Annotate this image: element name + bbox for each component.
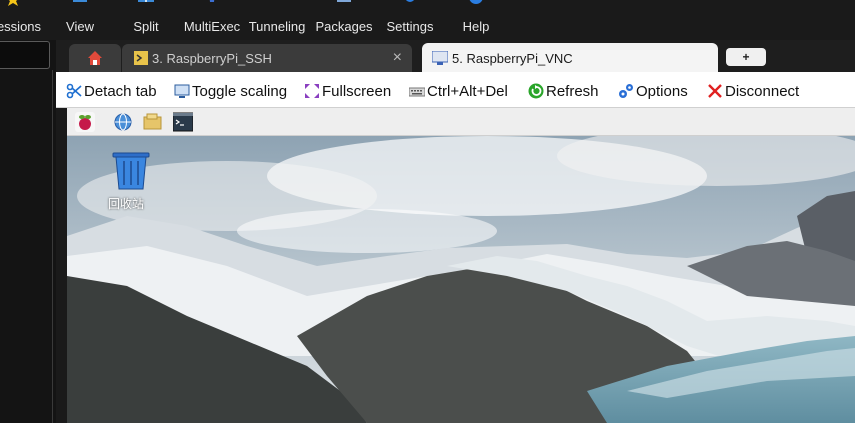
tab-raspberrypi-ssh[interactable]: 3. RaspberryPi_SSH ×: [122, 44, 412, 72]
menu-view[interactable]: View: [64, 0, 96, 40]
ctrl-alt-del-label: Ctrl+Alt+Del: [427, 82, 508, 100]
menu-help[interactable]: Help: [461, 0, 491, 40]
sessions-sidebar: [0, 40, 56, 423]
tab-raspberrypi-vnc[interactable]: 5. RaspberryPi_VNC: [422, 43, 718, 73]
detach-tab-button[interactable]: Detach tab: [66, 81, 157, 101]
packages-icon: [337, 0, 351, 2]
disconnect-button[interactable]: Disconnect: [707, 81, 799, 101]
home-icon: [88, 51, 102, 65]
close-icon[interactable]: ×: [393, 49, 402, 67]
monitor-icon: [174, 84, 190, 98]
menu-label: Split: [133, 19, 159, 34]
tab-label: 3. RaspberryPi_SSH: [152, 50, 272, 66]
menu-label: View: [66, 19, 94, 34]
raspberry-pi-taskbar: [67, 108, 855, 136]
menu-label: MultiExec: [183, 19, 241, 34]
scissors-icon: [66, 83, 82, 99]
options-label: Options: [636, 82, 688, 100]
close-red-icon: [708, 84, 722, 98]
sidebar-divider: [52, 70, 53, 423]
menu-label: essions: [0, 19, 42, 34]
terminal-icon[interactable]: [173, 112, 193, 132]
menu-label: Help: [462, 19, 490, 34]
menu-packages[interactable]: Packages: [315, 0, 373, 40]
vnc-viewport[interactable]: 回收站: [56, 108, 855, 423]
ctrl-alt-del-button[interactable]: Ctrl+Alt+Del: [409, 81, 508, 101]
desktop-wallpaper: [67, 136, 855, 423]
tunneling-icon: [268, 0, 286, 6]
fullscreen-icon: [305, 84, 319, 98]
trash-label: 回收站: [108, 197, 145, 211]
vnc-toolbar: Detach tab Toggle scaling Fullscreen Ctr…: [56, 72, 855, 108]
disconnect-label: Disconnect: [725, 82, 800, 100]
gear-icon: [406, 0, 414, 2]
fullscreen-button[interactable]: Fullscreen: [304, 81, 391, 101]
viewport-border: [56, 108, 67, 423]
toggle-scaling-label: Toggle scaling: [192, 82, 288, 100]
detach-tab-label: Detach tab: [84, 82, 157, 100]
refresh-button[interactable]: Refresh: [528, 81, 599, 101]
ssh-icon: [134, 51, 148, 65]
quick-connect-input[interactable]: [0, 41, 50, 69]
menu-sessions[interactable]: essions: [0, 0, 42, 40]
split-icon: [138, 0, 154, 2]
remote-desktop[interactable]: 回收站: [67, 136, 855, 423]
tab-strip: 3. RaspberryPi_SSH × 5. RaspberryPi_VNC …: [56, 40, 855, 73]
browser-globe-icon[interactable]: [113, 112, 133, 132]
options-button[interactable]: Options: [618, 81, 688, 101]
fullscreen-label: Fullscreen: [322, 82, 392, 100]
menu-split[interactable]: Split: [131, 0, 161, 40]
help-icon: [469, 0, 483, 4]
star-icon: [8, 0, 18, 6]
main-menubar: essions View Split MultiExec Tunneling P…: [0, 0, 855, 40]
keyboard-icon: [409, 87, 425, 97]
file-manager-icon[interactable]: [143, 112, 163, 132]
menu-label: Tunneling: [248, 19, 306, 34]
multiexec-icon: [209, 0, 215, 2]
menu-multiexec[interactable]: MultiExec: [184, 0, 240, 40]
tab-home[interactable]: [69, 44, 121, 72]
vnc-icon: [432, 51, 448, 65]
view-icon: [73, 0, 87, 2]
refresh-label: Refresh: [546, 82, 599, 100]
menu-label: Settings: [386, 19, 434, 34]
gears-icon: [619, 84, 633, 98]
tab-label: 5. RaspberryPi_VNC: [452, 50, 573, 66]
menu-tunneling[interactable]: Tunneling: [248, 0, 306, 40]
menu-label: Packages: [315, 19, 373, 34]
trash-icon[interactable]: [107, 151, 155, 191]
refresh-icon: [528, 83, 544, 99]
raspberry-menu-icon[interactable]: [75, 112, 95, 132]
new-tab-button[interactable]: +: [726, 48, 766, 66]
menu-settings[interactable]: Settings: [385, 0, 435, 40]
toggle-scaling-button[interactable]: Toggle scaling: [174, 81, 287, 101]
